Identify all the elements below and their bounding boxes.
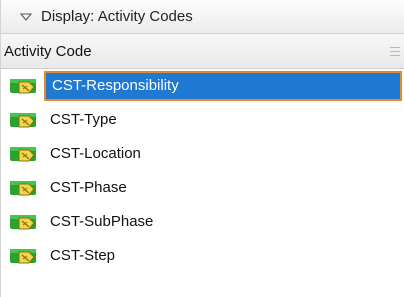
column-menu-icon[interactable] bbox=[390, 47, 400, 57]
list-item-label: CST-SubPhase bbox=[50, 213, 154, 230]
activity-code-column-header[interactable]: Activity Code bbox=[1, 34, 404, 69]
activity-code-tag-icon bbox=[9, 143, 39, 165]
activity-codes-panel: Display: Activity Codes Activity Code CS… bbox=[0, 0, 404, 297]
chevron-down-icon[interactable] bbox=[19, 10, 33, 24]
display-activity-codes-bar[interactable]: Display: Activity Codes bbox=[1, 0, 404, 34]
list-item-label: CST-Location bbox=[50, 145, 141, 162]
display-bar-label: Display: Activity Codes bbox=[41, 8, 193, 25]
list-item[interactable]: CST-SubPhase bbox=[1, 205, 404, 239]
activity-code-tag-icon bbox=[9, 211, 39, 233]
list-item[interactable]: CST-Type bbox=[1, 103, 404, 137]
list-item-label: CST-Phase bbox=[50, 179, 127, 196]
activity-code-tag-icon bbox=[9, 245, 39, 267]
list-item-label: CST-Responsibility bbox=[44, 71, 402, 101]
list-item[interactable]: CST-Location bbox=[1, 137, 404, 171]
activity-code-list: CST-Responsibility CST-Type CST-Location… bbox=[1, 69, 404, 273]
list-item-label: CST-Step bbox=[50, 247, 116, 264]
activity-code-tag-icon bbox=[9, 177, 39, 199]
activity-code-tag-icon bbox=[9, 109, 39, 131]
activity-code-tag-icon bbox=[9, 75, 39, 97]
column-header-title: Activity Code bbox=[4, 42, 92, 60]
list-item[interactable]: CST-Phase bbox=[1, 171, 404, 205]
list-item-label: CST-Type bbox=[50, 111, 117, 128]
list-item[interactable]: CST-Step bbox=[1, 239, 404, 273]
list-item[interactable]: CST-Responsibility bbox=[1, 69, 404, 103]
